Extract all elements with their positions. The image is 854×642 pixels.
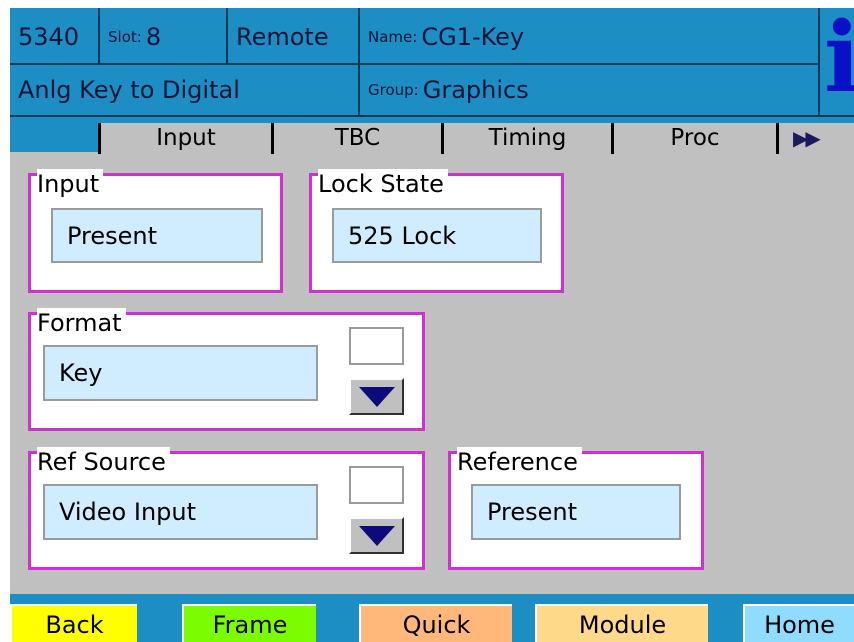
input-panel-title: Input: [37, 169, 104, 199]
format-indicator-box: [349, 327, 404, 365]
frame-button[interactable]: Frame: [182, 604, 316, 642]
slot-indicator: Slot: 8: [100, 8, 228, 65]
back-button[interactable]: Back: [10, 604, 137, 642]
tab-timing[interactable]: Timing: [441, 123, 611, 154]
format-title: Format: [37, 308, 126, 338]
lock-state-title: Lock State: [318, 169, 448, 199]
name-value: CG1-Key: [421, 22, 525, 51]
home-button[interactable]: Home: [743, 604, 854, 642]
tab-scroll-right-icon[interactable]: ▶▶: [776, 123, 854, 154]
chevron-down-icon: [359, 387, 395, 407]
header-row-1: 5340 Slot: 8 Remote Name: CG1-Key: [10, 8, 854, 65]
ref-source-select-value[interactable]: Video Input: [43, 484, 318, 540]
group-label: Group:: [368, 81, 419, 99]
card-description: Anlg Key to Digital: [10, 65, 360, 115]
card-name: Name: CG1-Key: [360, 8, 818, 65]
format-panel: Format Key: [28, 308, 425, 431]
module-button[interactable]: Module: [535, 604, 708, 642]
group-value: Graphics: [422, 76, 529, 104]
name-label: Name:: [368, 27, 418, 46]
tab-bar: Input TBC Timing Proc ▶▶: [10, 115, 854, 154]
input-panel: Input Present: [28, 169, 283, 293]
input-status-value: Present: [51, 208, 263, 263]
header-row-2: Anlg Key to Digital Group: Graphics: [10, 65, 854, 115]
screen: 5340 Slot: 8 Remote Name: CG1-Key Anlg K…: [10, 8, 854, 642]
format-dropdown-button[interactable]: [349, 378, 404, 415]
info-button[interactable]: i: [818, 8, 854, 115]
tab-proc[interactable]: Proc: [611, 123, 776, 154]
footer-bar: Back Frame Quick Module Home: [10, 594, 854, 642]
lock-state-panel: Lock State 525 Lock: [309, 169, 564, 293]
ref-source-title: Ref Source: [37, 447, 170, 477]
info-icon: i: [824, 8, 854, 114]
slot-value: 8: [145, 22, 162, 51]
tab-input[interactable]: Input: [98, 123, 271, 154]
lock-state-value: 525 Lock: [332, 208, 542, 263]
reference-title: Reference: [457, 447, 582, 477]
ref-source-dropdown-button[interactable]: [349, 517, 404, 554]
mode-indicator: Remote: [228, 8, 360, 65]
slot-label: Slot:: [108, 27, 142, 46]
model-text: 5340: [18, 22, 80, 51]
description-text: Anlg Key to Digital: [18, 76, 240, 104]
ref-source-indicator-box: [349, 466, 404, 504]
model-number: 5340: [10, 8, 100, 65]
tab-tbc[interactable]: TBC: [271, 123, 441, 154]
ref-source-panel: Ref Source Video Input: [28, 447, 425, 570]
card-group: Group: Graphics: [360, 65, 818, 115]
reference-panel: Reference Present: [448, 447, 704, 570]
format-select-value[interactable]: Key: [43, 345, 318, 401]
mode-text: Remote: [236, 22, 329, 51]
quick-button[interactable]: Quick: [359, 604, 512, 642]
reference-status-value: Present: [471, 484, 681, 540]
chevron-down-icon: [359, 526, 395, 546]
